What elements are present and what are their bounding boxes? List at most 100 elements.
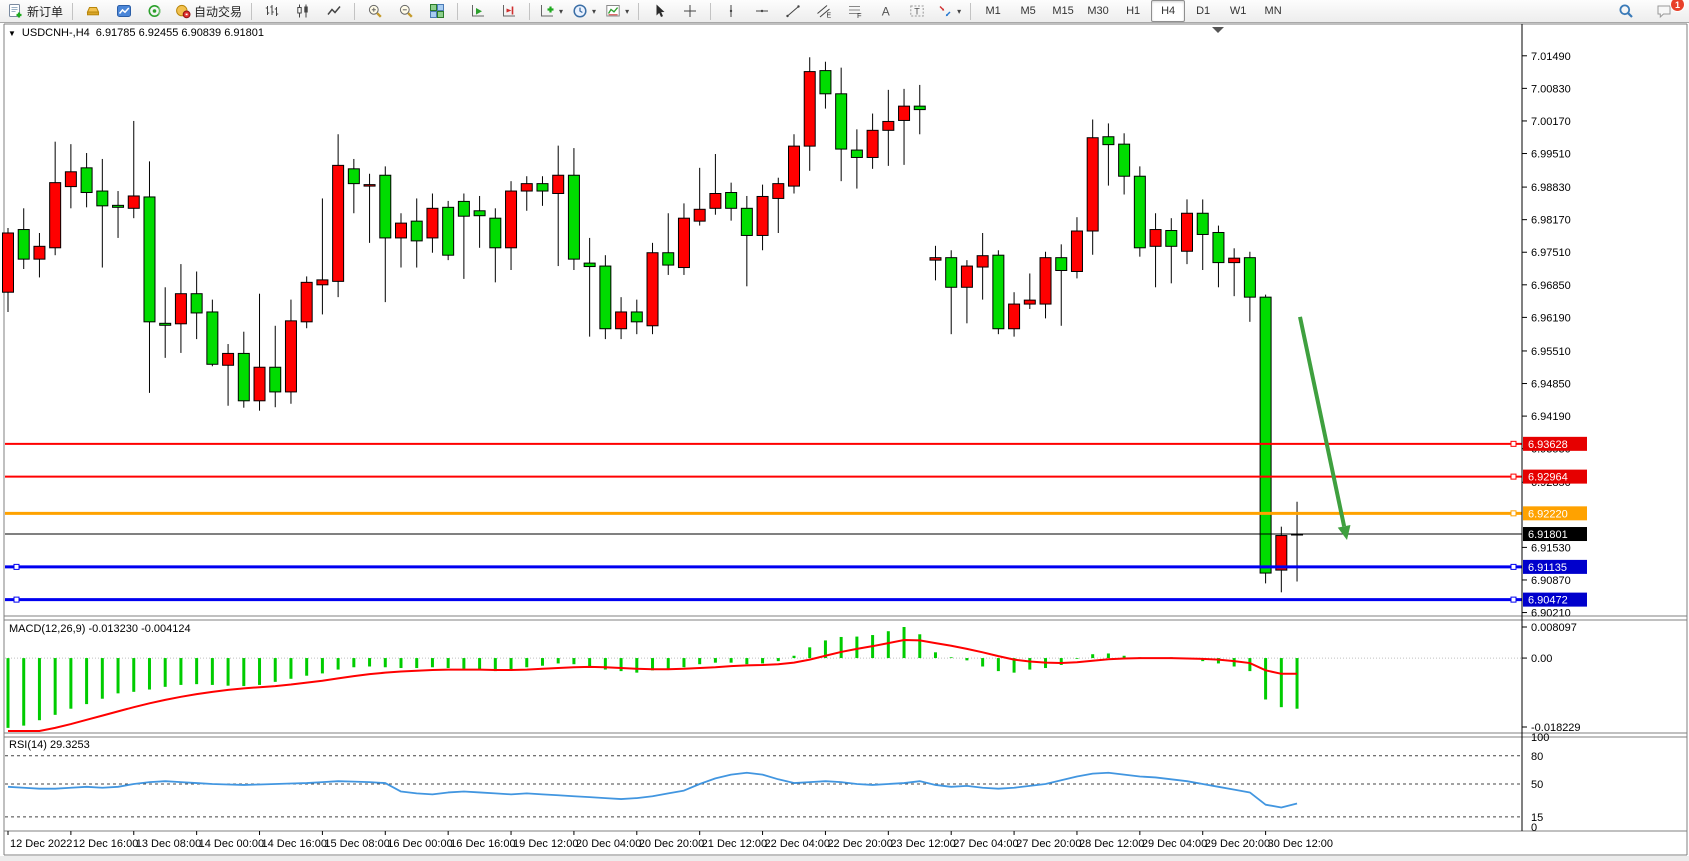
notifications-button[interactable]: 1 [1649, 0, 1679, 22]
svg-text:29 Dec 04:00: 29 Dec 04:00 [1142, 838, 1207, 850]
toolbar-separator [354, 3, 355, 20]
candle [458, 201, 469, 216]
vline-button[interactable] [716, 0, 746, 22]
search-button[interactable] [1611, 0, 1641, 22]
channel-button[interactable]: E [809, 0, 839, 22]
tile-windows-button[interactable] [422, 0, 452, 22]
timeframe-m15-label: M15 [1052, 5, 1073, 17]
toolbar-separator [72, 3, 73, 20]
svg-text:6.91135: 6.91135 [1528, 562, 1567, 574]
candle [1103, 137, 1114, 145]
auto-trading-icon [175, 3, 191, 19]
chart-title: ▼ USDCNH-,H4 6.91785 6.92455 6.90839 6.9… [8, 27, 264, 39]
svg-text:7.00170: 7.00170 [1531, 116, 1571, 128]
mt4-window: 新订单 自动交易 ▾ ▾ ▾ EF A T ▾ M1 M5 M15 M30 H1 H4D1W1 MN 1 7.0… [0, 0, 1689, 861]
line-chart-button[interactable] [319, 0, 349, 22]
timeframe-mn-label: MN [1265, 5, 1282, 17]
periods-button[interactable]: ▾ [568, 0, 600, 22]
candle [773, 184, 784, 199]
candle-chart-button[interactable] [288, 0, 318, 22]
auto-trading-button[interactable]: 自动交易 [171, 0, 246, 22]
hline-handle[interactable] [14, 597, 19, 602]
price-chart-canvas[interactable]: 7.014907.008307.001706.995106.988306.981… [0, 23, 1689, 861]
hline-handle[interactable] [1511, 474, 1516, 479]
candle [3, 233, 14, 292]
hline-handle[interactable] [1511, 597, 1516, 602]
timeframe-m15[interactable]: M15 [1046, 0, 1080, 22]
candle [144, 197, 155, 322]
data-window-button[interactable] [109, 0, 139, 22]
svg-text:15 Dec 08:00: 15 Dec 08:00 [324, 838, 389, 850]
toolbar-separator [251, 3, 252, 20]
label-button[interactable]: T [902, 0, 932, 22]
indicators-button[interactable]: ▾ [535, 0, 567, 22]
svg-text:A: A [882, 5, 890, 19]
svg-text:7.01490: 7.01490 [1531, 51, 1571, 63]
timeframe-w1[interactable]: W1 [1221, 0, 1255, 22]
templates-button[interactable]: ▾ [601, 0, 633, 22]
text-button[interactable]: A [871, 0, 901, 22]
svg-text:6.96190: 6.96190 [1531, 312, 1571, 324]
svg-text:6.98170: 6.98170 [1531, 215, 1571, 227]
candle [914, 106, 925, 109]
timeframe-m5[interactable]: M5 [1011, 0, 1045, 22]
timeframe-h1-label: H1 [1126, 5, 1140, 17]
candle [160, 323, 171, 325]
hline-handle[interactable] [1511, 511, 1516, 516]
timeframe-h1[interactable]: H1 [1116, 0, 1150, 22]
hline-handle[interactable] [14, 564, 19, 569]
zoom-in-icon [367, 3, 383, 19]
line-icon [326, 3, 342, 19]
candle [930, 258, 941, 260]
svg-text:T: T [914, 7, 920, 17]
chart-shift-button[interactable] [494, 0, 524, 22]
candle [1244, 258, 1255, 297]
svg-text:6.90472: 6.90472 [1528, 595, 1568, 607]
candle [804, 72, 815, 147]
chart-window[interactable]: 7.014907.008307.001706.995106.988306.981… [0, 23, 1689, 861]
candle [18, 230, 29, 260]
candle [1024, 300, 1035, 304]
vline-icon [723, 3, 739, 19]
svg-text:16 Dec 00:00: 16 Dec 00:00 [387, 838, 452, 850]
crosshair-button[interactable] [675, 0, 705, 22]
bar-chart-button[interactable] [257, 0, 287, 22]
green-signal-icon [147, 3, 163, 19]
market-watch-button[interactable] [78, 0, 108, 22]
svg-text:6.99510: 6.99510 [1531, 149, 1571, 161]
candle [223, 353, 234, 365]
svg-text:30 Dec 12:00: 30 Dec 12:00 [1268, 838, 1333, 850]
fibonacci-button[interactable]: F [840, 0, 870, 22]
timeframe-d1[interactable]: D1 [1186, 0, 1220, 22]
arrows-button[interactable]: ▾ [933, 0, 965, 22]
hline-button[interactable] [747, 0, 777, 22]
zoom-out-button[interactable] [391, 0, 421, 22]
candle [993, 255, 1004, 329]
candle [726, 193, 737, 209]
timeframe-h4[interactable]: H4 [1151, 0, 1185, 22]
cursor-button[interactable] [644, 0, 674, 22]
svg-text:22 Dec 20:00: 22 Dec 20:00 [827, 838, 892, 850]
timeframe-m5-label: M5 [1020, 5, 1035, 17]
new-order-button[interactable]: 新订单 [4, 0, 67, 22]
bars-icon [264, 3, 280, 19]
fibo-icon: F [847, 3, 863, 19]
search-icon [1618, 3, 1634, 19]
svg-text:29 Dec 20:00: 29 Dec 20:00 [1205, 838, 1270, 850]
toolbar-separator [457, 3, 458, 20]
hline-handle[interactable] [1511, 441, 1516, 446]
auto-scroll-button[interactable] [463, 0, 493, 22]
hline-handle[interactable] [1511, 564, 1516, 569]
candle [946, 258, 957, 288]
candle [285, 321, 296, 392]
svg-text:22 Dec 04:00: 22 Dec 04:00 [765, 838, 830, 850]
chevron-down-icon: ▾ [592, 7, 596, 16]
crosshair-icon [682, 3, 698, 19]
trendline-button[interactable] [778, 0, 808, 22]
zoom-in-button[interactable] [360, 0, 390, 22]
timeframe-m1[interactable]: M1 [976, 0, 1010, 22]
collapse-icon[interactable]: ▼ [8, 29, 16, 38]
timeframe-m30[interactable]: M30 [1081, 0, 1115, 22]
signals-button[interactable] [140, 0, 170, 22]
timeframe-mn[interactable]: MN [1256, 0, 1290, 22]
